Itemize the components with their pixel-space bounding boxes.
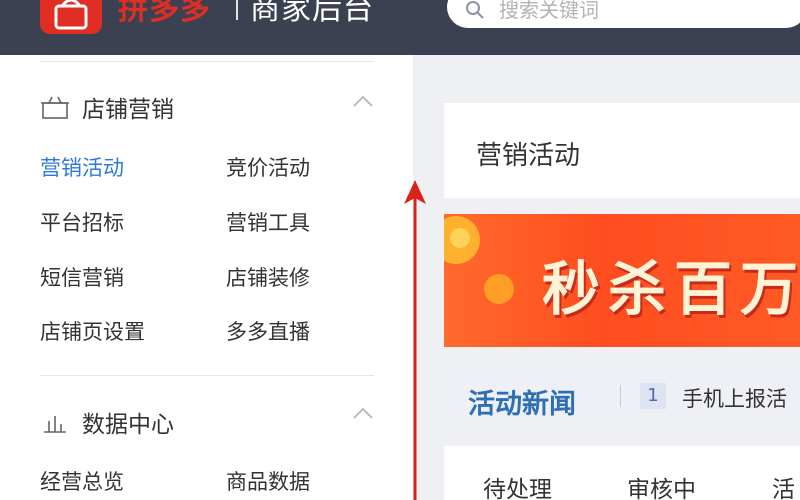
sidebar-item-marketing-tools[interactable]: 营销工具 <box>226 207 310 237</box>
news-title: 活动新闻 <box>468 389 576 420</box>
sidebar-section-label: 数据中心 <box>82 412 174 438</box>
sidebar-divider <box>40 61 374 62</box>
sidebar-item-marketing-activity[interactable]: 营销活动 <box>40 152 124 182</box>
news-index-badge: 1 <box>640 383 666 409</box>
sidebar-divider <box>40 375 374 376</box>
sidebar-section-label: 店铺营销 <box>82 97 174 123</box>
banner-text: 秒杀百万 <box>542 255 800 323</box>
top-bar: 拼多多 商家后台 <box>0 0 800 55</box>
sidebar-item-bidding-activity[interactable]: 竞价活动 <box>226 152 310 182</box>
search-box[interactable] <box>447 0 800 28</box>
news-item-link[interactable]: 手机上报活 <box>682 383 787 413</box>
sidebar-section-marketing[interactable]: 店铺营销 <box>40 90 174 124</box>
sidebar-section-data-center[interactable]: 数据中心 <box>40 405 174 439</box>
news-divider <box>620 385 621 407</box>
sidebar-item-store-page-settings[interactable]: 店铺页设置 <box>40 316 145 346</box>
sidebar-item-platform-tender[interactable]: 平台招标 <box>40 207 124 237</box>
sidebar-item-business-overview[interactable]: 经营总览 <box>40 466 124 496</box>
brand-subtitle: 商家后台 <box>250 0 374 27</box>
sidebar-item-live-stream[interactable]: 多多直播 <box>226 316 310 346</box>
sidebar-item-store-decoration[interactable]: 店铺装修 <box>226 262 310 292</box>
promo-banner[interactable]: 秒杀百万 <box>444 214 800 347</box>
chevron-up-icon[interactable] <box>352 94 374 108</box>
tab-pending[interactable]: 待处理 <box>483 470 552 500</box>
coin-icon <box>484 274 514 304</box>
tab-active[interactable]: 活 <box>772 470 795 500</box>
page-title: 营销活动 <box>476 141 581 171</box>
coin-icon <box>450 228 470 248</box>
chevron-up-icon[interactable] <box>352 406 374 420</box>
search-icon[interactable] <box>465 0 485 20</box>
bar-chart-icon <box>40 409 70 435</box>
search-input[interactable] <box>499 0 779 22</box>
tab-in-review[interactable]: 审核中 <box>627 470 696 500</box>
sidebar-item-sms-marketing[interactable]: 短信营销 <box>40 262 124 292</box>
sidebar-item-product-data[interactable]: 商品数据 <box>226 466 310 496</box>
brand-name: 拼多多 <box>118 0 211 27</box>
annotation-arrow <box>404 180 426 500</box>
brand-divider <box>236 0 238 20</box>
pinduoduo-logo-icon[interactable] <box>40 0 102 34</box>
gift-icon <box>40 94 70 120</box>
